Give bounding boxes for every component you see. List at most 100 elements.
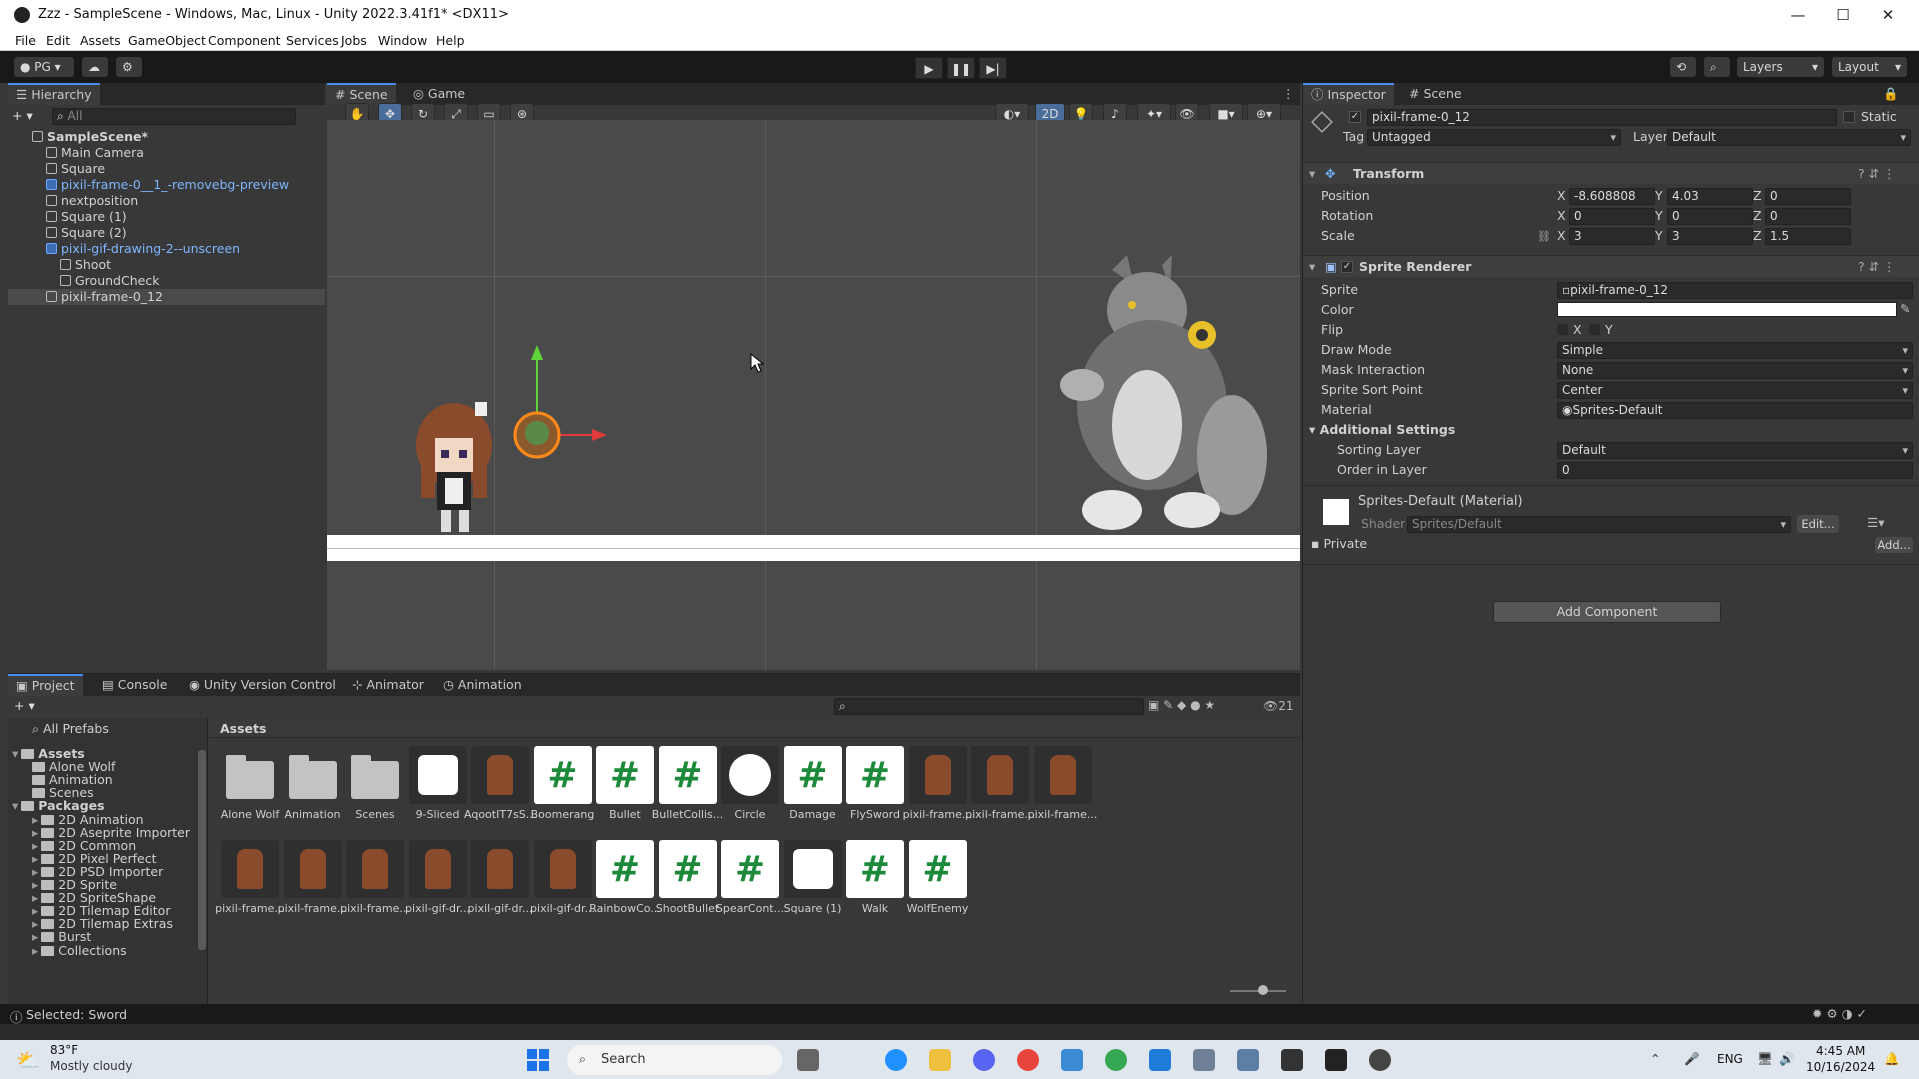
language-indicator[interactable]: ENG <box>1717 1052 1743 1066</box>
file-explorer-icon[interactable] <box>929 1049 951 1071</box>
sort-point-dropdown[interactable]: Center <box>1557 382 1913 399</box>
position-y-field[interactable]: 4.03 <box>1667 188 1753 205</box>
asset-item[interactable]: Circle <box>714 746 786 821</box>
tab-project[interactable]: ▣ Project <box>8 674 83 696</box>
hierarchy-item[interactable]: Shoot <box>60 257 111 273</box>
asset-item[interactable]: pixil-gif-dr... <box>402 840 474 915</box>
asset-item[interactable]: Alone Wolf <box>214 746 286 821</box>
filter-icons[interactable]: ▣ ✎ ◆ ● ★ <box>1148 698 1215 712</box>
notifications-icon[interactable]: 🔔 <box>1884 1051 1900 1067</box>
sorting-layer-dropdown[interactable]: Default <box>1557 442 1913 459</box>
network-icon[interactable]: 🖥 <box>1757 1051 1773 1067</box>
transform-gizmo[interactable] <box>482 340 612 470</box>
expand-arrow-icon[interactable]: ▸ <box>32 943 38 958</box>
add-object-button[interactable]: + ▾ <box>12 108 42 125</box>
history-icon[interactable]: ⟲ <box>1670 57 1696 77</box>
taskbar-search[interactable]: ⌕ Search <box>567 1045 782 1075</box>
menu-file[interactable]: File <box>15 33 36 48</box>
remote-desktop-icon[interactable] <box>1061 1049 1083 1071</box>
mask-dropdown[interactable]: None <box>1557 362 1913 379</box>
flip-x-checkbox[interactable] <box>1557 324 1568 335</box>
clock-date[interactable]: 10/16/2024 <box>1806 1060 1875 1074</box>
hierarchy-item[interactable]: Square (2) <box>46 225 127 241</box>
asset-item[interactable]: # WolfEnemy <box>902 840 974 915</box>
layout-dropdown[interactable]: Layout ▾ <box>1832 57 1907 77</box>
all-prefabs-search[interactable]: ⌕ All Prefabs <box>32 721 109 737</box>
tab-console[interactable]: ▤ Console <box>94 674 175 696</box>
tab-scene[interactable]: # Scene <box>327 83 396 105</box>
eyedropper-icon[interactable]: ✎ <box>1900 301 1910 316</box>
asset-item[interactable]: Square (1) <box>777 840 849 915</box>
project-tree-item[interactable]: ▸ Collections <box>32 943 127 959</box>
asset-item[interactable]: # SpearCont... <box>714 840 786 915</box>
menu-jobs[interactable]: Jobs <box>341 33 367 48</box>
chrome-icon[interactable] <box>1017 1049 1039 1071</box>
add-component-button[interactable]: Add Component <box>1493 601 1721 623</box>
asset-item[interactable]: pixil-frame... <box>964 746 1036 821</box>
menu-help[interactable]: Help <box>436 33 465 48</box>
tree-scrollbar[interactable] <box>198 750 206 950</box>
hierarchy-item[interactable]: SampleScene* <box>32 129 148 145</box>
scale-z-field[interactable]: 1.5 <box>1765 228 1851 245</box>
asset-item[interactable]: # ShootBullet <box>652 840 724 915</box>
hierarchy-search-input[interactable]: ⌕ All <box>52 108 296 125</box>
menu-gameobject[interactable]: GameObject <box>128 33 206 48</box>
layers-dropdown[interactable]: Layers ▾ <box>1737 57 1824 77</box>
menu-component[interactable]: Component <box>208 33 281 48</box>
tray-chevron-icon[interactable]: ⌃ <box>1650 1051 1660 1066</box>
asset-item[interactable]: Animation <box>277 746 349 821</box>
close-button[interactable]: ✕ <box>1868 3 1908 27</box>
calculator-icon[interactable] <box>1193 1049 1215 1071</box>
expand-arrow-icon[interactable]: ▾ <box>12 798 18 813</box>
asset-item[interactable]: pixil-frame... <box>1027 746 1099 821</box>
active-checkbox[interactable]: ✓ <box>1349 111 1361 123</box>
edge-icon[interactable] <box>885 1049 907 1071</box>
tab-hierarchy[interactable]: ☰ Hierarchy <box>8 83 100 105</box>
static-checkbox[interactable] <box>1843 111 1855 123</box>
steam-icon[interactable] <box>1369 1049 1391 1071</box>
position-z-field[interactable]: 0 <box>1765 188 1851 205</box>
hierarchy-item[interactable]: pixil-gif-drawing-2--unscreen <box>46 241 240 257</box>
volume-icon[interactable]: 🔊 <box>1779 1051 1795 1067</box>
sprite-field[interactable]: ▫pixil-frame-0_12 <box>1557 282 1913 299</box>
wolf-enemy-sprite[interactable] <box>1052 255 1282 535</box>
color-swatch[interactable] <box>1557 302 1897 317</box>
tag-dropdown[interactable]: Untagged <box>1367 129 1621 146</box>
account-dropdown[interactable]: ● PG ▾ <box>14 57 74 77</box>
asset-item[interactable]: pixil-frame... <box>339 840 411 915</box>
pause-button[interactable]: ❚❚ <box>947 57 975 79</box>
sprite-renderer-enabled-checkbox[interactable]: ✓ <box>1341 261 1353 273</box>
microphone-icon[interactable]: 🎤 <box>1684 1051 1700 1067</box>
transform-header[interactable]: ▾ ✥ Transform ? ⇵ ⋮ <box>1303 162 1919 184</box>
menu-edit[interactable]: Edit <box>46 33 70 48</box>
search-icon[interactable]: ⌕ <box>1704 57 1730 77</box>
add-material-button[interactable]: Add... <box>1875 537 1913 553</box>
project-search-input[interactable]: ⌕ <box>834 698 1144 715</box>
sr-help-icon[interactable]: ? ⇵ ⋮ <box>1858 259 1896 274</box>
status-icons[interactable]: ✹ ⚙ ◑ ✓ <box>1812 1006 1867 1021</box>
clock-time[interactable]: 4:45 AM <box>1816 1044 1865 1058</box>
expand-arrow-icon[interactable]: ▾ <box>12 746 18 761</box>
asset-item[interactable]: # Bullet <box>589 746 661 821</box>
asset-item[interactable]: pixil-frame... <box>902 746 974 821</box>
asset-item[interactable]: # Damage <box>777 746 849 821</box>
asset-item[interactable]: Scenes <box>339 746 411 821</box>
maximize-button[interactable]: ☐ <box>1823 3 1863 27</box>
asset-item[interactable]: # BulletCollis... <box>652 746 724 821</box>
tab-version-control[interactable]: ◉ Unity Version Control <box>181 674 344 696</box>
play-button[interactable]: ▶ <box>915 57 943 79</box>
edit-shader-button[interactable]: Edit... <box>1797 515 1839 533</box>
asset-item[interactable]: pixil-gif-dr... <box>464 840 536 915</box>
hierarchy-item[interactable]: Square (1) <box>46 209 127 225</box>
sprite-renderer-header[interactable]: ▾ ▣ ✓ Sprite Renderer ? ⇵ ⋮ <box>1303 255 1919 277</box>
menu-assets[interactable]: Assets <box>80 33 121 48</box>
asset-item[interactable]: # Boomerang <box>527 746 599 821</box>
vscode-icon[interactable] <box>1149 1049 1171 1071</box>
menu-window[interactable]: Window <box>378 33 427 48</box>
hierarchy-item[interactable]: nextposition <box>46 193 138 209</box>
asset-item[interactable]: # Walk <box>839 840 911 915</box>
asset-item[interactable]: pixil-gif-dr... <box>527 840 599 915</box>
tab-game[interactable]: ◎ Game <box>405 83 473 105</box>
hierarchy-item[interactable]: pixil-frame-0_12 <box>8 289 325 305</box>
discord-icon[interactable] <box>973 1049 995 1071</box>
